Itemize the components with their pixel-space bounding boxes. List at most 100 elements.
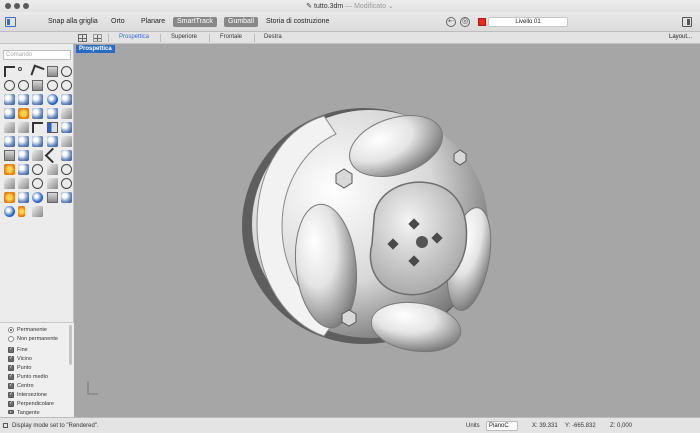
polygon-icon[interactable] <box>32 80 43 91</box>
snap-tangent-checkbox[interactable] <box>8 410 14 414</box>
camera-icon[interactable] <box>61 192 72 203</box>
polyline-icon[interactable] <box>30 64 45 79</box>
permanent-radio[interactable] <box>8 327 14 333</box>
snap-midpoint-checkbox[interactable] <box>8 373 14 380</box>
pen-icon[interactable] <box>18 206 25 217</box>
zoom-window-icon[interactable] <box>61 164 72 175</box>
array-icon[interactable] <box>4 150 15 161</box>
circle-icon[interactable] <box>61 66 72 77</box>
coord-z: Z: 0,000 <box>610 423 633 429</box>
pan-icon[interactable] <box>47 164 58 175</box>
grid-icon[interactable] <box>47 192 58 203</box>
trim-icon[interactable] <box>61 122 72 133</box>
render-icon[interactable] <box>4 192 15 203</box>
coord-x: X: 39.331 <box>532 423 558 429</box>
snap-near-checkbox[interactable] <box>8 355 14 362</box>
orbit-icon[interactable] <box>32 164 43 175</box>
color-wheel-icon[interactable] <box>32 192 43 203</box>
warning-icon[interactable] <box>4 164 15 175</box>
sweep-icon[interactable] <box>47 108 58 119</box>
boolean-difference-icon[interactable] <box>18 136 29 147</box>
zoom-icon[interactable] <box>61 80 72 91</box>
tab-superiore[interactable]: Superiore <box>171 34 197 40</box>
gumball-button[interactable]: Gumball <box>224 17 259 27</box>
title-bar: ✎ tutto.3dm — Modificato ⌄ <box>0 0 700 12</box>
surface-icon[interactable] <box>4 94 15 105</box>
ortho-button[interactable]: Orto <box>107 17 129 27</box>
layer-field[interactable]: Livello 01 <box>488 17 568 27</box>
snap-end-checkbox[interactable] <box>8 346 14 353</box>
target-icon[interactable]: ◎ <box>460 17 470 27</box>
material-icon[interactable] <box>18 192 29 203</box>
temporary-label: Non permanente <box>17 336 58 342</box>
snap-point-checkbox[interactable] <box>8 364 14 371</box>
loft-icon[interactable] <box>32 108 43 119</box>
arc-icon[interactable] <box>18 80 29 91</box>
command-input[interactable]: Comando <box>3 50 71 60</box>
join-icon[interactable] <box>32 122 43 133</box>
chamfer-icon[interactable] <box>18 122 29 133</box>
wheel-model[interactable] <box>74 44 700 417</box>
tab-separator <box>209 34 210 42</box>
text-icon[interactable] <box>18 178 29 189</box>
snap-perpendicular-checkbox[interactable] <box>8 400 14 407</box>
window-filename: tutto.3dm <box>314 3 344 10</box>
status-panel-icon[interactable] <box>3 423 8 428</box>
right-panel-toggle-icon[interactable] <box>682 17 692 27</box>
tab-frontale[interactable]: Frontale <box>220 34 242 40</box>
boolean-union-icon[interactable] <box>4 136 15 147</box>
rotate-icon[interactable] <box>18 164 29 175</box>
snap-center-checkbox[interactable] <box>8 382 14 389</box>
shell-icon[interactable] <box>47 136 58 147</box>
move-icon[interactable] <box>32 150 43 161</box>
snap-midpoint-label: Punto medio <box>17 374 48 380</box>
boolean-intersect-icon[interactable] <box>32 136 43 147</box>
split-icon[interactable] <box>47 122 58 133</box>
planar-button[interactable]: Planare <box>137 17 169 27</box>
snap-near-label: Vicino <box>17 356 32 362</box>
dimension-icon[interactable] <box>4 178 15 189</box>
mesh-icon[interactable] <box>4 108 15 119</box>
history-button[interactable]: Storia di costruzione <box>262 17 333 27</box>
scale-icon[interactable] <box>61 150 72 161</box>
box-icon[interactable] <box>32 94 43 105</box>
tab-separator <box>254 34 255 42</box>
cylinder-icon[interactable] <box>61 94 72 105</box>
ellipse-icon[interactable] <box>4 80 15 91</box>
options-icon[interactable] <box>32 206 43 217</box>
back-arrow-icon[interactable]: ⇠ <box>446 17 456 27</box>
osnap-scrollbar[interactable] <box>69 325 72 365</box>
perspective-viewport[interactable]: Prospettica <box>74 44 700 417</box>
layout-button[interactable]: Layout... <box>669 34 692 40</box>
permanent-label: Permanente <box>17 327 47 333</box>
mirror-icon[interactable] <box>18 150 29 161</box>
temporary-radio[interactable] <box>8 336 14 342</box>
offset-icon[interactable] <box>61 136 72 147</box>
select-arrow-icon[interactable] <box>4 66 15 77</box>
plane-select[interactable]: PianoC <box>486 421 518 431</box>
hex-nut-upper-right <box>453 149 467 166</box>
lock-icon[interactable] <box>32 178 43 189</box>
bulb-icon[interactable] <box>61 178 72 189</box>
point-icon[interactable] <box>18 67 22 71</box>
sidebar-toggle-icon[interactable] <box>5 17 16 27</box>
light-icon[interactable] <box>18 108 29 119</box>
layer-color-swatch[interactable] <box>478 18 486 26</box>
snap-grid-button[interactable]: Snap alla griglia <box>44 17 102 27</box>
window-title: ✎ tutto.3dm — Modificato ⌄ <box>0 2 700 10</box>
revolve-icon[interactable] <box>61 108 72 119</box>
sphere-icon[interactable] <box>47 94 58 105</box>
check-icon[interactable] <box>44 147 61 164</box>
extrude-icon[interactable] <box>18 94 29 105</box>
hide-icon[interactable] <box>47 178 58 189</box>
curve-icon[interactable] <box>47 80 58 91</box>
fillet-icon[interactable] <box>4 122 15 133</box>
grid-layout-icon[interactable] <box>78 34 87 42</box>
tab-prospettica[interactable]: Prospettica <box>119 34 149 40</box>
snap-intersection-checkbox[interactable] <box>8 391 14 398</box>
globe-icon[interactable] <box>4 206 15 217</box>
smarttrack-button[interactable]: SmartTrack <box>173 17 217 27</box>
single-view-icon[interactable] <box>93 34 102 42</box>
tab-destra[interactable]: Destra <box>264 34 282 40</box>
rectangle-icon[interactable] <box>47 66 58 77</box>
